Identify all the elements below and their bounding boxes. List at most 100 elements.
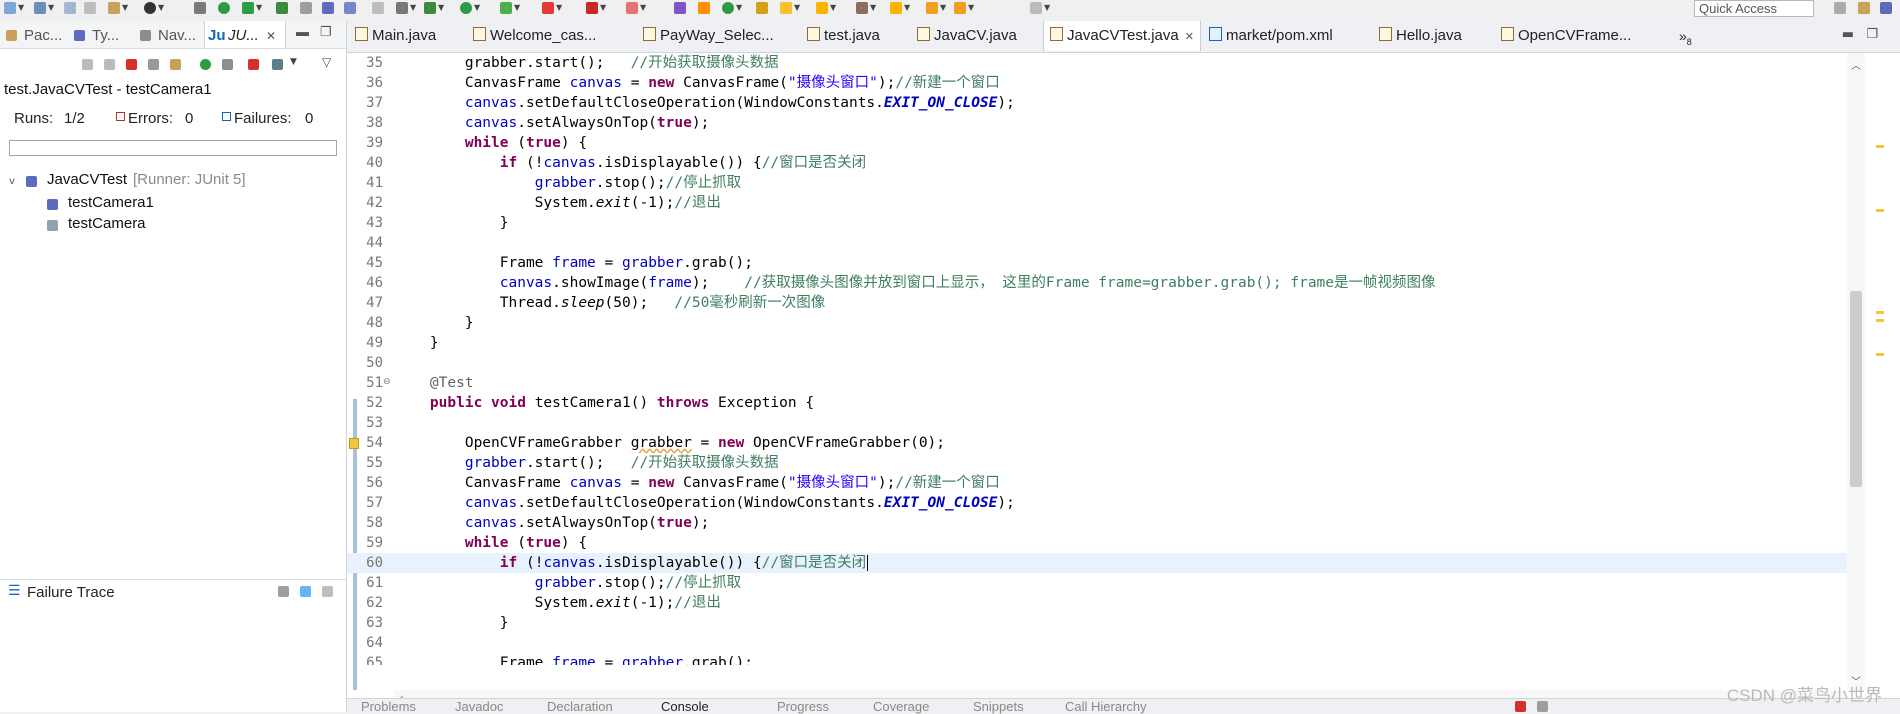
chevron-down-icon[interactable]: ▼ [870, 3, 876, 12]
fold-icon[interactable]: ⊖ [383, 377, 391, 387]
chevron-down-icon[interactable]: ▼ [122, 3, 128, 12]
chevron-down-icon[interactable]: ▼ [940, 3, 946, 12]
debug-icon[interactable] [218, 2, 230, 14]
open-task-icon[interactable] [780, 2, 792, 14]
chevron-down-icon[interactable]: ▼ [600, 3, 606, 12]
open-perspective-icon[interactable] [1834, 2, 1846, 14]
chevron-down-icon[interactable]: ▼ [968, 3, 974, 12]
new-class-icon[interactable] [722, 2, 734, 14]
bug-icon[interactable] [276, 2, 288, 14]
tree-item-testcamera1[interactable]: testCamera1 [68, 194, 154, 211]
debug-run-icon[interactable] [424, 2, 436, 14]
server-icon[interactable] [626, 2, 638, 14]
block-icon[interactable] [372, 2, 384, 14]
quick-access-input[interactable]: Quick Access [1694, 0, 1814, 17]
save-icon[interactable] [34, 2, 46, 14]
tab-junit[interactable]: JU... [228, 27, 259, 44]
chevron-down-icon[interactable]: v [9, 176, 15, 187]
forward-icon[interactable] [1030, 2, 1042, 14]
open-type-icon[interactable] [756, 2, 768, 14]
new-file-icon[interactable] [4, 2, 16, 14]
chevron-down-icon[interactable]: ▼ [158, 3, 164, 12]
scroll-up-icon[interactable]: ︿ [1851, 57, 1861, 72]
filter-stack-icon[interactable] [278, 586, 289, 597]
plugin-icon[interactable] [322, 2, 334, 14]
tab-javacvtest-java[interactable]: JavaCVTest.java ✕ [1043, 21, 1201, 51]
person-icon[interactable] [144, 2, 156, 14]
refresh-icon[interactable] [242, 2, 254, 14]
tree-item-testcamera[interactable]: testCamera [68, 215, 146, 232]
gear-icon[interactable] [396, 2, 408, 14]
chevron-down-icon[interactable]: ▼ [410, 3, 416, 12]
chevron-down-icon[interactable]: ▼ [1044, 3, 1050, 12]
minimize-icon[interactable]: ▬ [1842, 27, 1854, 42]
tabs-overflow[interactable]: »8 [1679, 21, 1692, 51]
chevron-down-icon[interactable]: ▼ [474, 3, 480, 12]
chevron-down-icon[interactable]: ▼ [736, 3, 742, 12]
show-failures-only-icon[interactable] [126, 59, 137, 70]
print-icon[interactable] [64, 2, 76, 14]
coverage-icon[interactable] [500, 2, 512, 14]
chevron-down-icon[interactable]: ▼ [290, 57, 297, 67]
test-run-history-icon[interactable] [272, 59, 283, 70]
chevron-down-icon[interactable]: ▼ [556, 3, 562, 12]
tab-welcome[interactable]: Welcome_cas... [473, 21, 596, 51]
next-failure-icon[interactable] [82, 59, 93, 70]
vertical-scrollbar[interactable]: ︿ ﹀ [1847, 53, 1865, 690]
new-java-project-icon[interactable] [674, 2, 686, 14]
history-icon[interactable] [170, 59, 181, 70]
chevron-down-icon[interactable]: ▼ [438, 3, 444, 12]
tab-pom-xml[interactable]: market/pom.xml [1209, 21, 1333, 51]
minimize-icon[interactable]: ▬ [296, 24, 309, 39]
back-icon[interactable] [926, 2, 938, 14]
warning-marker[interactable] [1876, 311, 1884, 314]
next-annotation-icon[interactable] [890, 2, 902, 14]
tab-package-explorer[interactable]: Pac... [24, 27, 62, 44]
previous-failure-icon[interactable] [104, 59, 115, 70]
java-perspective-icon[interactable] [1880, 2, 1892, 14]
rerun-failed-first-icon[interactable] [222, 59, 233, 70]
scroll-lock-icon[interactable] [148, 59, 159, 70]
chevron-down-icon[interactable]: ▼ [794, 3, 800, 12]
close-icon[interactable]: ✕ [1185, 31, 1194, 43]
pilcrow-icon[interactable] [344, 2, 356, 14]
annotation-icon[interactable] [856, 2, 868, 14]
external-tools-icon[interactable] [542, 2, 554, 14]
warning-marker[interactable] [1876, 209, 1884, 212]
tree-root-label[interactable]: JavaCVTest [47, 171, 127, 188]
chevron-down-icon[interactable]: ▼ [48, 3, 54, 12]
maximize-icon[interactable]: ❐ [320, 24, 332, 40]
chevron-down-icon[interactable]: ▼ [514, 3, 520, 12]
warning-marker[interactable] [1876, 145, 1884, 148]
java-ee-perspective-icon[interactable] [1858, 2, 1870, 14]
stop-test-icon[interactable] [248, 59, 259, 70]
maximize-icon[interactable]: ❐ [1866, 27, 1878, 42]
properties-icon[interactable] [84, 2, 96, 14]
back-history-icon[interactable] [954, 2, 966, 14]
tab-test-java[interactable]: test.java [807, 21, 880, 51]
search-icon[interactable] [194, 2, 206, 14]
tab-javacv-java[interactable]: JavaCV.java [917, 21, 1017, 51]
code-area[interactable]: 35 grabber.start(); //开始获取摄像头数据 36 Canva… [347, 53, 1860, 690]
tab-opencvframe[interactable]: OpenCVFrame... [1501, 21, 1631, 51]
tab-main-java[interactable]: Main.java [355, 21, 436, 51]
close-icon[interactable]: ✕ [266, 29, 276, 43]
chevron-down-icon[interactable]: ▼ [904, 3, 910, 12]
warning-marker[interactable] [1876, 353, 1884, 356]
warning-marker[interactable] [1876, 319, 1884, 322]
chevron-down-icon[interactable]: ▼ [640, 3, 646, 12]
terminate-icon[interactable] [1515, 701, 1526, 712]
new-package-icon[interactable] [698, 2, 710, 14]
tab-type-hierarchy[interactable]: Ty... [92, 27, 119, 44]
rerun-test-icon[interactable] [200, 59, 211, 70]
chevron-down-icon[interactable]: ▼ [18, 3, 24, 12]
view-menu-icon[interactable]: ▽ [322, 55, 331, 69]
tab-payway[interactable]: PayWay_Selec... [643, 21, 774, 51]
tab-hello-java[interactable]: Hello.java [1379, 21, 1462, 51]
copy-trace-icon[interactable] [322, 586, 333, 597]
compare-result-icon[interactable] [300, 586, 311, 597]
warning-icon[interactable] [349, 438, 359, 449]
tab-navigator[interactable]: Nav... [158, 27, 196, 44]
search-files-icon[interactable] [816, 2, 828, 14]
chevron-down-icon[interactable]: ▼ [830, 3, 836, 12]
